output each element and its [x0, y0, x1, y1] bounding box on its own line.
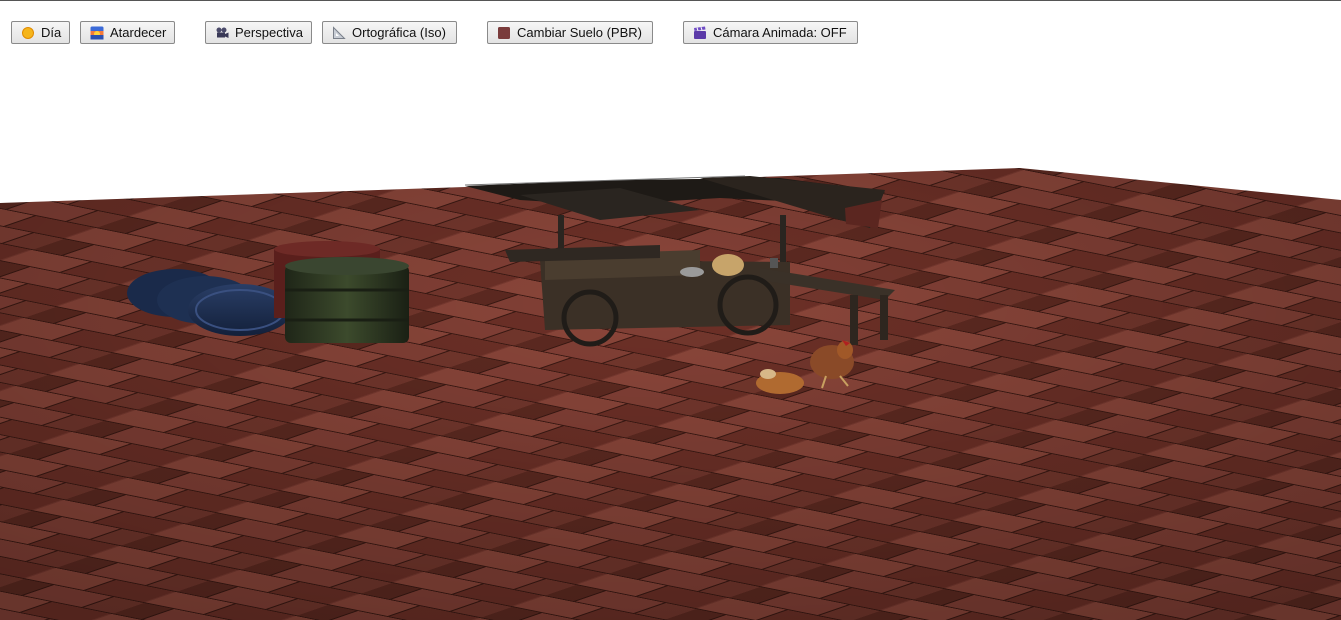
- orthographic-button-label: Ortográfica (Iso): [352, 25, 446, 40]
- sunset-button[interactable]: Atardecer: [80, 21, 175, 44]
- animated-camera-button[interactable]: Cámara Animada: OFF: [683, 21, 858, 44]
- day-button-label: Día: [41, 25, 62, 40]
- day-button[interactable]: Día: [11, 21, 70, 44]
- change-floor-button-label: Cambiar Suelo (PBR): [517, 25, 642, 40]
- orthographic-button[interactable]: Ortográfica (Iso): [322, 21, 457, 44]
- perspective-button-label: Perspectiva: [235, 25, 303, 40]
- toolbar: Día Atardecer Perspectiva Ortográfica (I…: [0, 0, 1341, 60]
- sunset-icon: [90, 26, 104, 40]
- perspective-button[interactable]: Perspectiva: [205, 21, 312, 44]
- 3d-viewport[interactable]: [0, 0, 1341, 620]
- sunset-button-label: Atardecer: [110, 25, 167, 40]
- sun-icon: [21, 26, 35, 40]
- clapper-board-icon: [693, 26, 707, 40]
- brown-square-icon: [497, 26, 511, 40]
- movie-camera-icon: [215, 26, 229, 40]
- change-floor-button[interactable]: Cambiar Suelo (PBR): [487, 21, 653, 44]
- animated-camera-button-label: Cámara Animada: OFF: [713, 25, 847, 40]
- triangular-ruler-icon: [332, 25, 346, 40]
